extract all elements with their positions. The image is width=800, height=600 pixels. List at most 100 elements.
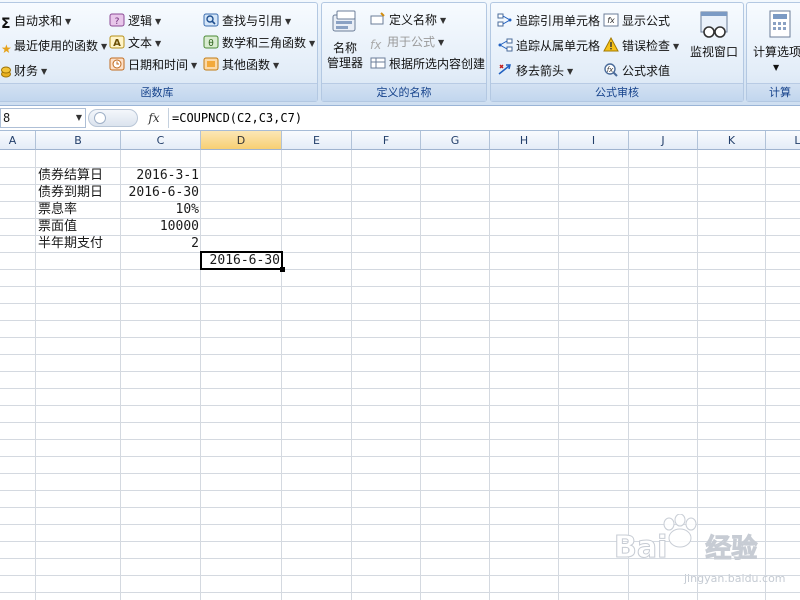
grid-line-horizontal xyxy=(0,422,800,423)
column-header-j[interactable]: J xyxy=(629,131,698,150)
trace-dependents-icon xyxy=(497,37,513,53)
trace-precedents-icon xyxy=(497,12,513,28)
chevron-down-icon: ▼ xyxy=(309,39,316,48)
grid-line-horizontal xyxy=(0,354,800,355)
name-manager-icon xyxy=(326,7,364,41)
column-header-b[interactable]: B xyxy=(36,131,121,150)
evaluate-formula-button[interactable]: fx 公式求值 xyxy=(603,61,670,81)
grid-line-horizontal xyxy=(0,388,800,389)
define-name-icon xyxy=(370,11,386,27)
logic-button[interactable]: ? 逻辑 ▼ xyxy=(109,11,161,31)
column-header-g[interactable]: G xyxy=(421,131,490,150)
chevron-down-icon: ▼ xyxy=(155,39,162,48)
column-header-l[interactable]: L xyxy=(766,131,800,150)
formula-auditing-title: 公式审核 xyxy=(491,83,743,101)
error-checking-button[interactable]: 错误检查 ▼ xyxy=(603,36,679,56)
datetime-button[interactable]: 日期和时间 ▼ xyxy=(109,55,197,75)
trace-dependents-button[interactable]: 追踪从属单元格 xyxy=(497,36,600,56)
cell-c5[interactable]: 10000 xyxy=(121,218,201,235)
chevron-down-icon: ▼ xyxy=(440,16,447,25)
warning-icon xyxy=(603,36,619,53)
baidu-jingyan-watermark: Bai 经验 jingyan.baidu.com xyxy=(606,514,800,600)
svg-text:A: A xyxy=(113,38,121,49)
other-functions-button[interactable]: 其他函数 ▼ xyxy=(203,55,279,75)
cell-b2[interactable]: 债券结算日 xyxy=(36,167,122,184)
calc-options-button[interactable]: 计算选项 ▼ xyxy=(749,9,800,75)
chevron-down-icon: ▼ xyxy=(101,42,108,51)
math-icon: θ xyxy=(203,34,219,50)
active-cell-border[interactable] xyxy=(200,251,283,270)
grid-line-horizontal xyxy=(0,439,800,440)
defined-names-title: 定义的名称 xyxy=(322,83,486,101)
cell-c2[interactable]: 2016-3-1 xyxy=(121,167,201,184)
calculation-group: 计算选项 ▼ 计算 xyxy=(746,2,800,102)
finance-button[interactable]: 财务 ▼ xyxy=(1,61,47,81)
grid-line-horizontal xyxy=(0,473,800,474)
chevron-down-icon: ▼ xyxy=(438,38,445,47)
trace-precedents-button[interactable]: 追踪引用单元格 xyxy=(497,11,600,31)
column-header-e[interactable]: E xyxy=(282,131,352,150)
watch-window-button[interactable]: 监视窗口 xyxy=(687,9,741,60)
cell-b6[interactable]: 半年期支付 xyxy=(36,235,122,252)
svg-text:?: ? xyxy=(115,17,120,27)
remove-arrows-button[interactable]: 移去箭头 ▼ xyxy=(497,61,573,81)
grid-line-horizontal xyxy=(0,371,800,372)
column-header-a[interactable]: A xyxy=(0,131,36,150)
svg-text:fx: fx xyxy=(607,66,614,74)
text-functions-button[interactable]: A 文本 ▼ xyxy=(109,33,161,53)
show-formulas-button[interactable]: fx 显示公式 xyxy=(603,11,670,31)
lookup-icon xyxy=(203,12,219,28)
watermark-url: jingyan.baidu.com xyxy=(684,572,786,585)
cell-c3[interactable]: 2016-6-30 xyxy=(121,184,201,201)
insert-function-icon[interactable]: fx xyxy=(144,109,164,127)
cell-c6[interactable]: 2 xyxy=(121,235,201,252)
formula-bar-splitter[interactable] xyxy=(88,109,138,127)
calculation-title: 计算 xyxy=(747,83,800,101)
chevron-down-icon: ▼ xyxy=(65,17,72,26)
grid-line-horizontal xyxy=(0,252,800,253)
column-header-k[interactable]: K xyxy=(698,131,766,150)
chevron-down-icon: ▼ xyxy=(191,61,198,70)
lookup-button[interactable]: 查找与引用 ▼ xyxy=(203,11,291,31)
name-manager-button[interactable]: 名称 管理器 xyxy=(326,7,364,71)
fill-handle[interactable] xyxy=(280,267,285,272)
grid-line-horizontal xyxy=(0,320,800,321)
create-from-selection-icon xyxy=(370,55,386,71)
function-library-group: Σ 自动求和 ▼ ★ 最近使用的函数 ▼ 财务 ▼ ? 逻辑 ▼ A 文本 ▼ 日期和时间 ▼ xyxy=(0,2,318,102)
define-name-button[interactable]: 定义名称 ▼ xyxy=(370,10,446,30)
chevron-down-icon: ▼ xyxy=(41,67,48,76)
grid-line-horizontal xyxy=(0,303,800,304)
function-library-title: 函数库 xyxy=(0,83,317,101)
column-header-h[interactable]: H xyxy=(490,131,559,150)
evaluate-formula-icon: fx xyxy=(603,62,619,78)
text-icon: A xyxy=(109,34,125,50)
cell-b3[interactable]: 债券到期日 xyxy=(36,184,122,201)
autosum-button[interactable]: Σ 自动求和 ▼ xyxy=(1,11,72,32)
column-header-c[interactable]: C xyxy=(121,131,201,150)
math-button[interactable]: θ 数学和三角函数 ▼ xyxy=(203,33,315,53)
use-in-formula-button[interactable]: fx 用于公式 ▼ xyxy=(370,32,444,52)
sigma-icon: Σ xyxy=(1,16,11,32)
recent-functions-button[interactable]: ★ 最近使用的函数 ▼ xyxy=(1,36,107,56)
more-functions-icon xyxy=(203,56,219,72)
cell-b5[interactable]: 票面值 xyxy=(36,218,122,235)
chevron-down-icon: ▼ xyxy=(273,61,280,70)
chevron-down-icon: ▼ xyxy=(567,67,574,76)
column-header-d[interactable]: D xyxy=(201,131,282,150)
cell-c4[interactable]: 10% xyxy=(121,201,201,218)
use-in-formula-icon: fx xyxy=(370,38,382,52)
grid-line-horizontal xyxy=(0,507,800,508)
defined-names-group: 名称 管理器 定义名称 ▼ fx 用于公式 ▼ 根据所选内容创建 定义的名称 xyxy=(321,2,487,102)
remove-arrows-icon xyxy=(497,62,513,78)
create-from-selection-button[interactable]: 根据所选内容创建 xyxy=(370,54,485,74)
formula-input[interactable]: =COUPNCD(C2,C3,C7) xyxy=(168,108,800,128)
chevron-down-icon[interactable]: ▼ xyxy=(72,108,86,128)
grid-line-horizontal xyxy=(0,405,800,406)
grid-line-horizontal xyxy=(0,456,800,457)
column-header-i[interactable]: I xyxy=(559,131,629,150)
grid-line-horizontal xyxy=(0,337,800,338)
chevron-down-icon: ▼ xyxy=(285,17,292,26)
cell-b4[interactable]: 票息率 xyxy=(36,201,122,218)
column-header-f[interactable]: F xyxy=(352,131,421,150)
chevron-down-icon: ▼ xyxy=(155,17,162,26)
